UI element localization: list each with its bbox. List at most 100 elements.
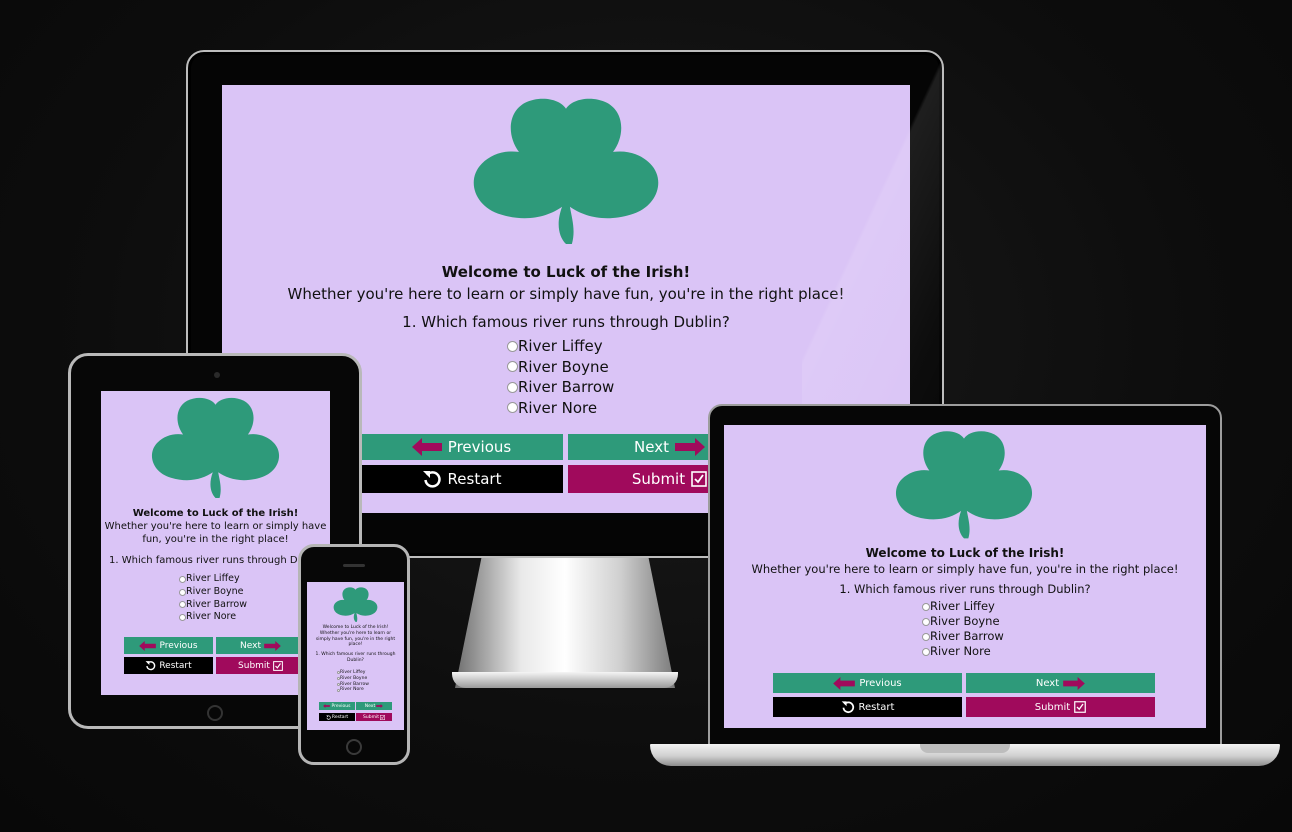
shamrock-icon — [468, 97, 664, 249]
option-river-liffey[interactable]: River Liffey — [507, 336, 614, 357]
intro-text: Whether you're here to learn or simply h… — [104, 521, 327, 545]
option-river-nore[interactable]: River Nore — [179, 611, 247, 624]
option-river-barrow[interactable]: River Barrow — [922, 629, 1004, 644]
quiz-app: Welcome to Luck of the Irish! Whether yo… — [307, 582, 404, 730]
previous-button[interactable]: Previous — [124, 637, 213, 654]
option-river-barrow[interactable]: River Barrow — [507, 377, 614, 398]
answer-options: River Liffey River Boyne River Barrow Ri… — [337, 670, 369, 693]
tablet-screen: Welcome to Luck of the Irish! Whether yo… — [101, 391, 330, 695]
submit-button[interactable]: Submit — [216, 657, 305, 674]
previous-button[interactable]: Previous — [319, 702, 355, 710]
quiz-app: Welcome to Luck of the Irish! Whether yo… — [724, 425, 1206, 728]
arrow-left-icon — [323, 704, 331, 708]
restart-label: Restart — [331, 714, 349, 720]
welcome-heading: Welcome to Luck of the Irish! — [441, 263, 691, 281]
question-text: 1. Which famous river runs through Dubli… — [839, 582, 1091, 596]
checkbox-icon — [691, 471, 707, 487]
answer-options: River Liffey River Boyne River Barrow Ri… — [179, 573, 247, 624]
quiz-app: Welcome to Luck of the Irish! Whether yo… — [101, 391, 330, 695]
question-text: 1. Which famous river runs through Dubli… — [315, 652, 396, 663]
laptop-screen: Welcome to Luck of the Irish! Whether yo… — [724, 425, 1206, 728]
next-label: Next — [364, 703, 376, 709]
radio-button[interactable] — [922, 632, 930, 641]
question-text: 1. Which famous river runs through Dubli… — [109, 555, 328, 566]
next-label: Next — [240, 640, 261, 651]
option-river-barrow[interactable]: River Barrow — [179, 599, 247, 612]
restart-button[interactable]: Restart — [319, 713, 355, 721]
submit-label: Submit — [1034, 701, 1071, 713]
radio-button[interactable] — [179, 601, 186, 609]
previous-button[interactable]: Previous — [360, 434, 563, 460]
question-text: 1. Which famous river runs through Dubli… — [402, 313, 730, 331]
shamrock-icon — [332, 587, 379, 623]
next-button[interactable]: Next — [966, 673, 1155, 693]
restart-button[interactable]: Restart — [360, 465, 563, 493]
laptop-notch — [920, 744, 1010, 753]
arrow-right-icon — [674, 438, 705, 456]
monitor-base — [452, 672, 678, 688]
submit-label: Submit — [631, 470, 686, 488]
option-river-nore[interactable]: River Nore — [922, 644, 1004, 659]
radio-button[interactable] — [507, 361, 518, 373]
next-label: Next — [1035, 677, 1060, 689]
option-river-liffey[interactable]: River Liffey — [922, 599, 1004, 614]
arrow-right-icon — [376, 704, 384, 708]
option-river-boyne[interactable]: River Boyne — [179, 586, 247, 599]
option-river-nore[interactable]: River Nore — [337, 687, 369, 693]
submit-button[interactable]: Submit — [966, 697, 1155, 717]
restart-icon — [326, 715, 331, 720]
option-river-boyne[interactable]: River Boyne — [507, 357, 614, 378]
intro-text: Whether you're here to learn or simply h… — [751, 562, 1179, 576]
previous-label: Previous — [447, 438, 512, 456]
welcome-heading: Welcome to Luck of the Irish! — [132, 508, 299, 519]
submit-label: Submit — [238, 660, 270, 671]
previous-label: Previous — [859, 677, 902, 689]
radio-button[interactable] — [507, 340, 518, 352]
phone-screen: Welcome to Luck of the Irish! Whether yo… — [307, 582, 404, 730]
answer-options: River Liffey River Boyne River Barrow Ri… — [922, 599, 1004, 659]
radio-button[interactable] — [179, 588, 186, 596]
submit-button[interactable]: Submit — [356, 713, 392, 721]
option-label: River Liffey — [186, 573, 240, 584]
next-label: Next — [634, 438, 669, 456]
next-button[interactable]: Next — [216, 637, 305, 654]
radio-button[interactable] — [179, 575, 186, 583]
radio-button[interactable] — [922, 647, 930, 656]
option-label: River Nore — [186, 611, 237, 623]
option-label: River Liffey — [518, 337, 603, 355]
option-river-nore[interactable]: River Nore — [507, 398, 614, 419]
radio-button[interactable] — [507, 381, 518, 393]
previous-button[interactable]: Previous — [773, 673, 962, 693]
option-label: River Boyne — [186, 585, 244, 597]
phone-speaker — [343, 564, 365, 567]
checkbox-icon — [273, 660, 283, 671]
radio-button[interactable] — [922, 602, 930, 611]
intro-text: Whether you're here to learn or simply h… — [287, 285, 845, 303]
option-label: River Barrow — [186, 598, 247, 610]
monitor-stand — [455, 558, 675, 688]
next-button[interactable]: Next — [356, 702, 392, 710]
checkbox-icon — [380, 714, 385, 720]
option-river-boyne[interactable]: River Boyne — [922, 614, 1004, 629]
restart-button[interactable]: Restart — [124, 657, 213, 674]
restart-button[interactable]: Restart — [773, 697, 962, 717]
restart-label: Restart — [858, 701, 895, 713]
option-label: River Boyne — [930, 614, 1000, 628]
shamrock-icon — [148, 396, 283, 502]
option-river-liffey[interactable]: River Liffey — [179, 573, 247, 586]
radio-button[interactable] — [922, 617, 930, 626]
previous-label: Previous — [159, 640, 198, 651]
restart-icon — [841, 700, 855, 714]
radio-button[interactable] — [507, 402, 518, 414]
option-label: River Liffey — [930, 599, 995, 613]
option-label: River Boyne — [518, 357, 609, 376]
restart-icon — [422, 469, 442, 489]
restart-icon — [145, 660, 156, 671]
arrow-right-icon — [1063, 676, 1085, 690]
submit-label: Submit — [363, 714, 379, 720]
answer-options: River Liffey River Boyne River Barrow Ri… — [507, 336, 614, 418]
welcome-heading: Welcome to Luck of the Irish! — [322, 625, 389, 630]
arrow-left-icon — [833, 676, 856, 690]
option-label: River Barrow — [518, 378, 615, 396]
radio-button[interactable] — [179, 614, 186, 622]
